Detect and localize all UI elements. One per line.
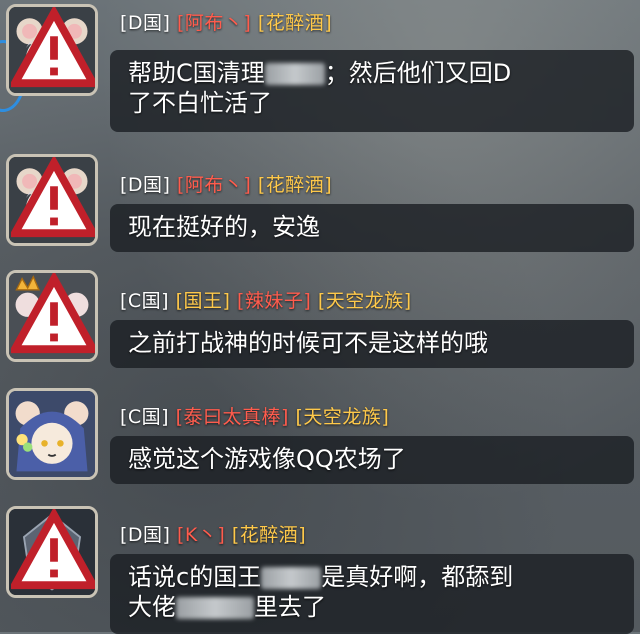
message-header: [D国] [K丶] [花醉酒] <box>120 520 306 547</box>
message-bubble: 感觉这个游戏像QQ农场了 <box>110 436 634 484</box>
guild-tag[interactable]: [花醉酒] <box>258 12 332 34</box>
message-text: 里去了 <box>254 593 326 621</box>
player-name[interactable]: [泰曰太真棒] <box>176 406 289 428</box>
server-tag: [D国] <box>120 12 171 34</box>
warning-triangle-icon <box>11 157 95 238</box>
guild-tag[interactable]: [天空龙族] <box>318 290 412 312</box>
player-name[interactable]: [辣妹子] <box>237 290 311 312</box>
guild-tag[interactable]: [天空龙族] <box>296 406 390 428</box>
message-text: 大佬 <box>128 593 176 621</box>
message-text: 感觉这个游戏像QQ农场了 <box>128 445 406 473</box>
warning-triangle-icon <box>11 273 95 354</box>
guild-tag[interactable]: [花醉酒] <box>258 174 332 196</box>
message-text: ；然后他们又回D <box>324 59 512 87</box>
message-header: [D国] [阿布丶] [花醉酒] <box>120 8 332 35</box>
message-text: 了不白忙活了 <box>128 89 272 117</box>
warning-triangle-icon <box>11 7 95 88</box>
redacted-text <box>261 567 322 589</box>
message-text: 帮助C国清理 <box>128 59 265 87</box>
server-tag: [C国] <box>120 290 170 312</box>
flower-mouse-girl-avatar-icon <box>9 391 95 477</box>
message-text: 之前打战神的时候可不是这样的哦 <box>128 329 488 357</box>
player-avatar[interactable] <box>6 506 98 598</box>
message-header: [C国] [泰曰太真棒] [天空龙族] <box>120 402 389 429</box>
player-avatar[interactable] <box>6 4 98 96</box>
redacted-text <box>176 597 254 619</box>
server-tag: [C国] <box>120 406 170 428</box>
warning-triangle-icon <box>11 509 95 590</box>
redacted-text <box>264 63 325 85</box>
player-avatar[interactable] <box>6 388 98 480</box>
message-header: [C国] [国王] [辣妹子] [天空龙族] <box>120 286 412 313</box>
message-text: 话说c的国王 <box>128 563 262 591</box>
message-bubble: 话说c的国王 是真好啊，都舔到 大佬 里去了 <box>110 554 634 634</box>
player-name[interactable]: [阿布丶] <box>177 12 251 34</box>
player-avatar[interactable] <box>6 270 98 362</box>
server-tag: [D国] <box>120 174 171 196</box>
message-text: 现在挺好的，安逸 <box>128 213 320 241</box>
message-text: 是真好啊，都舔到 <box>321 563 514 591</box>
player-avatar[interactable] <box>6 154 98 246</box>
message-bubble: 之前打战神的时候可不是这样的哦 <box>110 320 634 368</box>
server-tag: [D国] <box>120 524 171 546</box>
player-name[interactable]: [K丶] <box>177 524 225 546</box>
message-bubble: 现在挺好的，安逸 <box>110 204 634 252</box>
player-title: [国王] <box>175 290 231 312</box>
guild-tag[interactable]: [花醉酒] <box>232 524 306 546</box>
message-bubble: 帮助C国清理 ；然后他们又回D 了不白忙活了 <box>110 50 634 132</box>
player-name[interactable]: [阿布丶] <box>177 174 251 196</box>
message-header: [D国] [阿布丶] [花醉酒] <box>120 170 332 197</box>
